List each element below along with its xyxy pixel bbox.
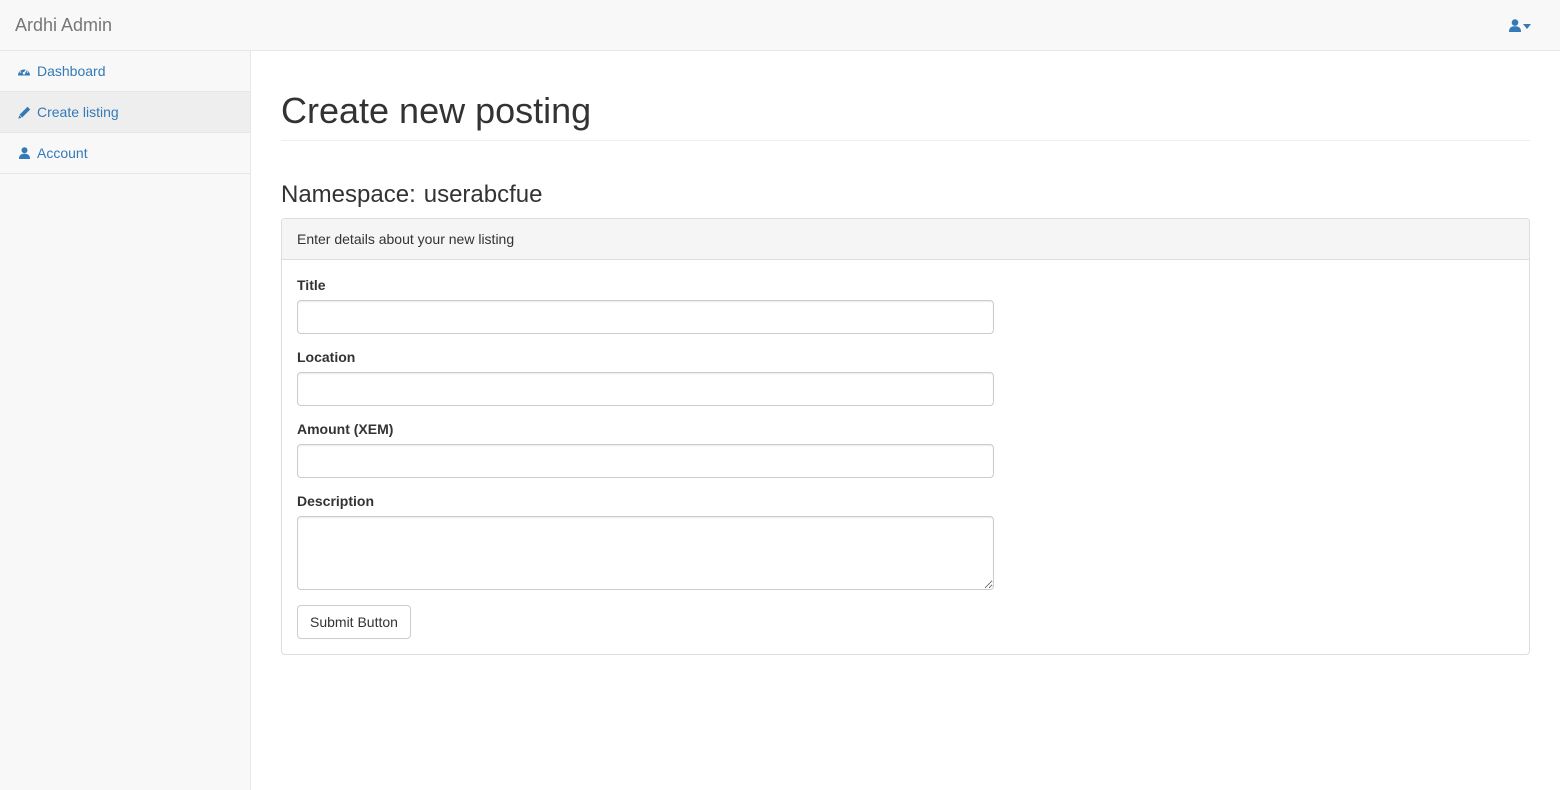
location-input[interactable] (297, 372, 994, 406)
listing-form-panel: Enter details about your new listing Tit… (281, 218, 1530, 655)
amount-label: Amount (XEM) (297, 421, 394, 437)
namespace-value: userabcfue (423, 181, 543, 208)
description-label: Description (297, 493, 375, 509)
title-input[interactable] (297, 300, 994, 334)
sidebar-item-label: Account (37, 145, 88, 161)
caret-down-icon (1523, 23, 1531, 29)
top-navbar: Ardhi Admin (0, 0, 1560, 51)
user-icon (1509, 18, 1521, 32)
panel-body: Title Location Amount (XEM) Description … (282, 260, 1529, 654)
panel-heading: Enter details about your new listing (282, 219, 1529, 260)
description-textarea[interactable] (297, 516, 994, 590)
sidebar-item-label: Create listing (37, 104, 119, 120)
location-group: Location (297, 349, 1514, 406)
amount-input[interactable] (297, 444, 994, 478)
dashboard-icon (17, 64, 31, 78)
main-content: Create new posting Namespace: userabcfue… (281, 51, 1530, 655)
location-label: Location (297, 349, 356, 365)
page-header: Create new posting (281, 90, 1530, 141)
description-group: Description (297, 493, 1514, 590)
user-dropdown-toggle[interactable] (1509, 17, 1531, 33)
sidebar-item-create-listing[interactable]: Create listing (0, 92, 250, 133)
sidebar-item-label: Dashboard (37, 63, 106, 79)
sidebar-item-dashboard[interactable]: Dashboard (0, 51, 250, 92)
sidebar-item-account[interactable]: Account (0, 133, 250, 174)
title-group: Title (297, 277, 1514, 334)
submit-button[interactable]: Submit Button (297, 605, 411, 639)
page-title: Create new posting (281, 90, 592, 131)
title-label: Title (297, 277, 326, 293)
namespace-heading: Namespace: userabcfue (281, 181, 1530, 209)
user-icon (17, 146, 31, 160)
pencil-icon (17, 105, 31, 119)
sidebar: Dashboard Create listing Account (0, 51, 251, 790)
amount-group: Amount (XEM) (297, 421, 1514, 478)
namespace-label: Namespace: (281, 181, 416, 208)
brand-link[interactable]: Ardhi Admin (15, 14, 112, 36)
